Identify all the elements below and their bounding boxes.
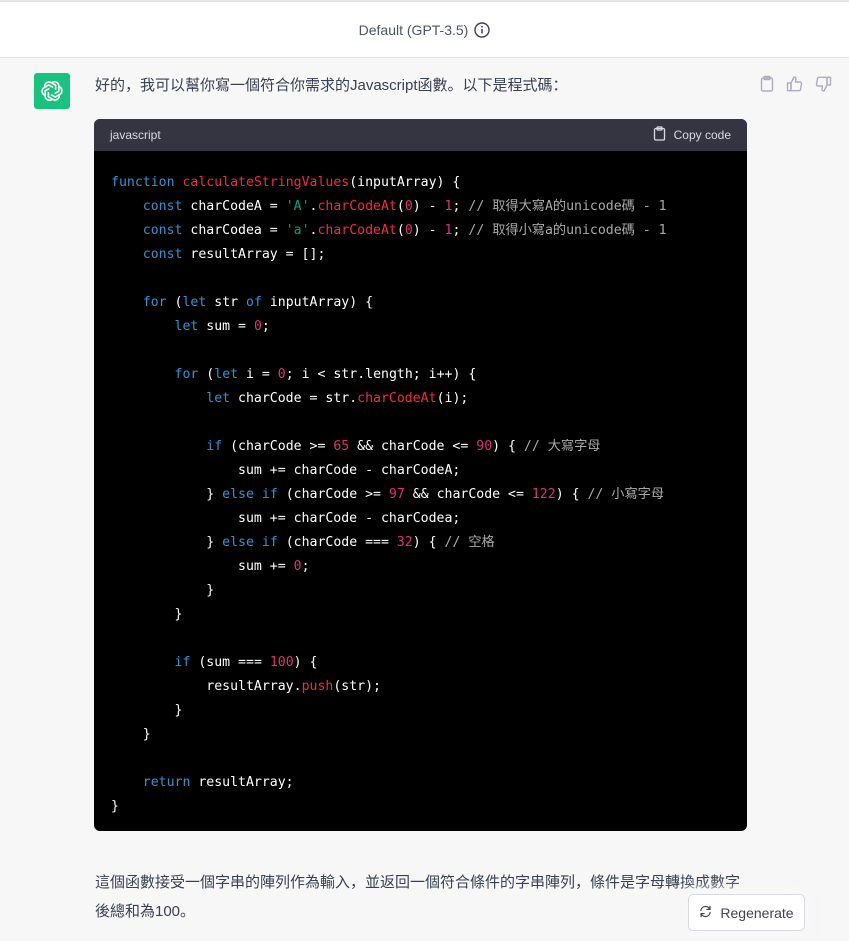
code-header: javascript Copy code	[94, 119, 747, 151]
copy-code-button[interactable]: Copy code	[652, 126, 731, 144]
model-header: Default (GPT-3.5)	[0, 0, 849, 58]
clipboard-icon[interactable]	[758, 75, 776, 93]
regenerate-label: Regenerate	[720, 904, 794, 921]
thumbs-down-icon[interactable]	[814, 75, 832, 93]
info-circle-icon[interactable]	[474, 21, 491, 38]
clipboard-icon	[652, 126, 667, 144]
assistant-message: 好的，我可以幫你寫一個符合你需求的Javascript函數。以下是程式碼： ja…	[0, 58, 849, 941]
refresh-icon	[699, 905, 712, 921]
intro-text: 好的，我可以幫你寫一個符合你需求的Javascript函數。以下是程式碼：	[95, 77, 568, 94]
code-content: function calculateStringValues(inputArra…	[111, 175, 667, 814]
regenerate-button[interactable]: Regenerate	[688, 894, 805, 931]
outro-text: 這個函數接受一個字串的陣列作為輸入，並返回一個符合條件的字串陣列，條件是字母轉換…	[95, 874, 741, 920]
thumbs-up-icon[interactable]	[786, 75, 804, 93]
code-block: javascript Copy code function calculateS…	[94, 119, 747, 831]
openai-logo-icon	[34, 73, 70, 109]
code-language-label: javascript	[110, 128, 161, 142]
model-label: Default (GPT-3.5)	[358, 21, 469, 38]
message-actions	[758, 75, 832, 93]
copy-code-label: Copy code	[673, 128, 731, 142]
